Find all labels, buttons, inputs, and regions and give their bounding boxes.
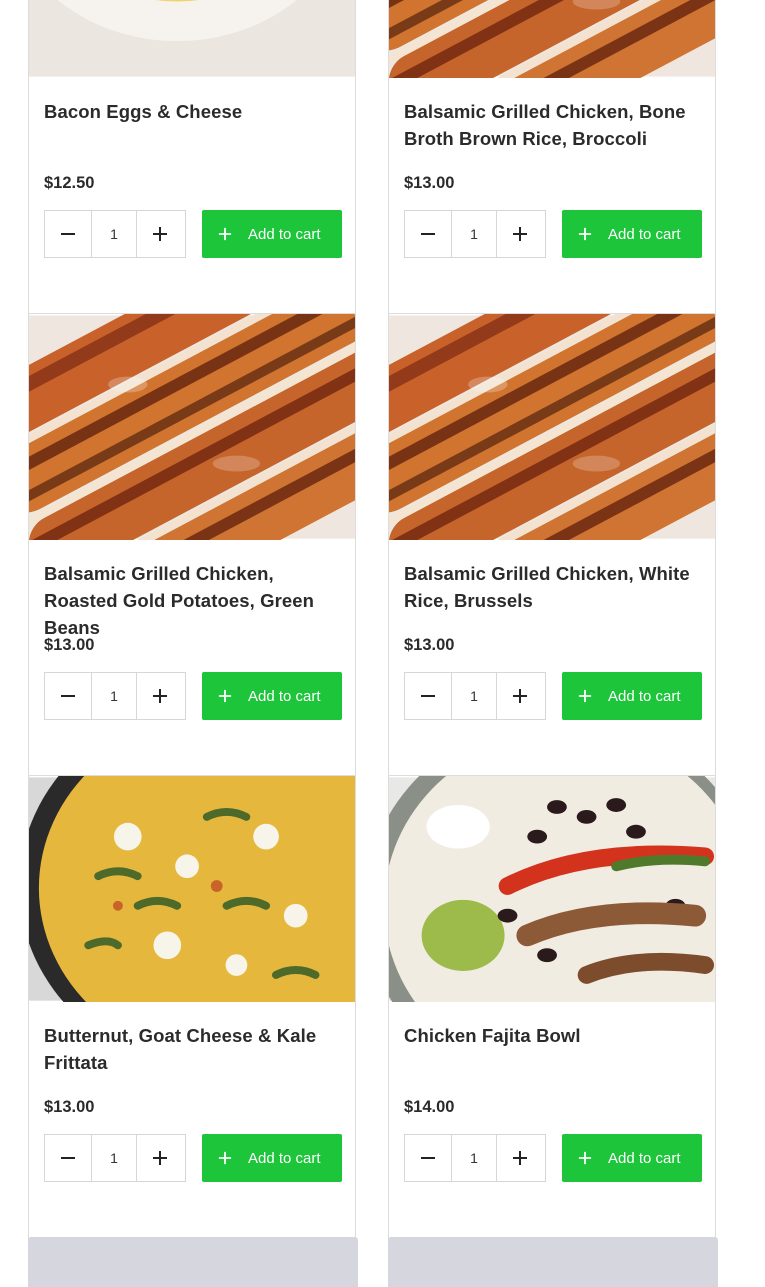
plus-icon <box>578 227 592 241</box>
decrement-button[interactable] <box>405 673 451 719</box>
product-image[interactable] <box>29 776 355 1002</box>
decrement-button[interactable] <box>405 211 451 257</box>
grilled-chicken-image <box>389 314 715 540</box>
add-to-cart-button[interactable]: Add to cart <box>562 672 702 720</box>
image-placeholder <box>28 1237 358 1287</box>
quantity-stepper: 1 <box>44 672 186 720</box>
plus-icon <box>578 1151 592 1165</box>
add-to-cart-label: Add to cart <box>248 687 321 705</box>
plus-icon <box>218 227 232 241</box>
plus-icon <box>218 1151 232 1165</box>
product-card: Bacon Eggs & Cheese $12.50 1 Add to cart <box>28 0 356 317</box>
product-price: $13.00 <box>44 1098 95 1116</box>
product-title[interactable]: Butternut, Goat Cheese & Kale Frittata <box>44 1022 344 1076</box>
fajita-bowl-image <box>389 776 715 1002</box>
frittata-skillet-image <box>29 776 355 1002</box>
product-card: Balsamic Grilled Chicken, Roasted Gold P… <box>28 313 356 779</box>
product-title[interactable]: Chicken Fajita Bowl <box>404 1022 704 1049</box>
product-image[interactable] <box>29 0 355 78</box>
grilled-chicken-image <box>29 314 355 540</box>
product-price: $13.00 <box>404 174 455 192</box>
add-to-cart-button[interactable]: Add to cart <box>202 1134 342 1182</box>
increment-button[interactable] <box>137 1135 183 1181</box>
product-image[interactable] <box>389 314 715 540</box>
decrement-button[interactable] <box>45 1135 91 1181</box>
add-to-cart-button[interactable]: Add to cart <box>202 210 342 258</box>
plus-icon <box>512 688 528 704</box>
quantity-input[interactable]: 1 <box>91 673 137 719</box>
product-card: Chicken Fajita Bowl $14.00 1 Add to cart <box>388 775 716 1241</box>
plus-icon <box>152 688 168 704</box>
minus-icon <box>60 226 76 242</box>
plus-icon <box>512 1150 528 1166</box>
quantity-input[interactable]: 1 <box>451 211 497 257</box>
product-image[interactable] <box>29 314 355 540</box>
product-title[interactable]: Bacon Eggs & Cheese <box>44 98 344 125</box>
add-to-cart-label: Add to cart <box>608 1149 681 1167</box>
decrement-button[interactable] <box>45 211 91 257</box>
image-placeholder <box>388 1237 718 1287</box>
product-image[interactable] <box>389 0 715 78</box>
plus-icon <box>152 226 168 242</box>
add-to-cart-button[interactable]: Add to cart <box>562 1134 702 1182</box>
quantity-stepper: 1 <box>404 1134 546 1182</box>
grilled-chicken-image <box>389 0 715 78</box>
increment-button[interactable] <box>137 673 183 719</box>
minus-icon <box>60 688 76 704</box>
add-to-cart-label: Add to cart <box>248 225 321 243</box>
add-to-cart-label: Add to cart <box>608 687 681 705</box>
quantity-input[interactable]: 1 <box>91 1135 137 1181</box>
plus-icon <box>152 1150 168 1166</box>
increment-button[interactable] <box>497 211 543 257</box>
minus-icon <box>420 226 436 242</box>
product-title[interactable]: Balsamic Grilled Chicken, Bone Broth Bro… <box>404 98 704 152</box>
decrement-button[interactable] <box>45 673 91 719</box>
quantity-stepper: 1 <box>404 210 546 258</box>
add-to-cart-button[interactable]: Add to cart <box>562 210 702 258</box>
product-title[interactable]: Balsamic Grilled Chicken, Roasted Gold P… <box>44 560 344 641</box>
increment-button[interactable] <box>137 211 183 257</box>
decrement-button[interactable] <box>405 1135 451 1181</box>
minus-icon <box>420 688 436 704</box>
plus-icon <box>512 226 528 242</box>
product-card: Butternut, Goat Cheese & Kale Frittata $… <box>28 775 356 1241</box>
quantity-stepper: 1 <box>44 210 186 258</box>
minus-icon <box>420 1150 436 1166</box>
increment-button[interactable] <box>497 673 543 719</box>
increment-button[interactable] <box>497 1135 543 1181</box>
minus-icon <box>60 1150 76 1166</box>
add-to-cart-label: Add to cart <box>608 225 681 243</box>
plus-icon <box>578 689 592 703</box>
quantity-input[interactable]: 1 <box>451 1135 497 1181</box>
quantity-stepper: 1 <box>44 1134 186 1182</box>
product-image[interactable] <box>389 776 715 1002</box>
product-card: Balsamic Grilled Chicken, White Rice, Br… <box>388 313 716 779</box>
scrambled-eggs-bowl-image <box>29 0 355 78</box>
quantity-input[interactable]: 1 <box>451 673 497 719</box>
product-price: $12.50 <box>44 174 95 192</box>
add-to-cart-label: Add to cart <box>248 1149 321 1167</box>
add-to-cart-button[interactable]: Add to cart <box>202 672 342 720</box>
product-card: Balsamic Grilled Chicken, Bone Broth Bro… <box>388 0 716 317</box>
product-grid: Bacon Eggs & Cheese $12.50 1 Add to cart… <box>0 0 765 1287</box>
product-title[interactable]: Balsamic Grilled Chicken, White Rice, Br… <box>404 560 704 614</box>
quantity-stepper: 1 <box>404 672 546 720</box>
product-price: $13.00 <box>404 636 455 654</box>
product-price: $14.00 <box>404 1098 455 1116</box>
plus-icon <box>218 689 232 703</box>
product-price: $13.00 <box>44 636 95 654</box>
quantity-input[interactable]: 1 <box>91 211 137 257</box>
